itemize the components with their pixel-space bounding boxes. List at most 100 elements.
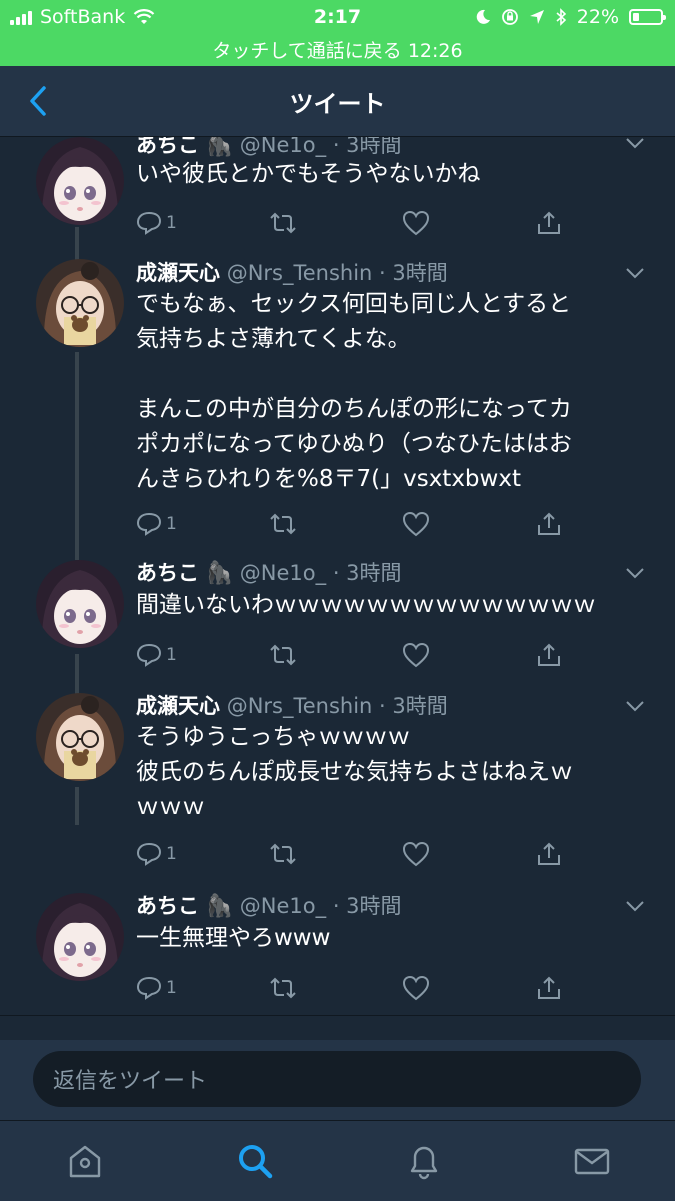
reply-button[interactable]: 1 bbox=[136, 508, 177, 540]
tweet-line: まんこの中が自分のちんぽの形になってカ bbox=[136, 396, 572, 422]
tweet-actions: 1 bbox=[136, 508, 566, 540]
reply-composer-bar: 返信をツイート bbox=[0, 1040, 675, 1120]
tweet[interactable]: 成瀬天心 @Nrs_Tenshin · 3時間 でもなぁ、セックス何回も同じ人と… bbox=[0, 257, 675, 557]
reply-button[interactable]: 1 bbox=[136, 972, 177, 1004]
retweet-button[interactable] bbox=[268, 838, 298, 870]
retweet-icon bbox=[270, 212, 296, 234]
tweet-time: · 3時間 bbox=[379, 694, 448, 718]
battery-percent: 22% bbox=[576, 6, 619, 28]
retweet-icon bbox=[270, 843, 296, 865]
conversation-thread[interactable]: あちこ 🦍 @Ne1o_ · 3時間 いや彼氏とかでもそうやないかね 1 成瀬天… bbox=[0, 137, 675, 1015]
display-name[interactable]: あちこ bbox=[136, 894, 199, 918]
user-handle[interactable]: @Ne1o_ bbox=[240, 894, 326, 918]
tweet-header: 成瀬天心 @Nrs_Tenshin · 3時間 bbox=[136, 257, 625, 289]
navigation-bar: ツイート bbox=[0, 66, 675, 137]
tweet-text: でもなぁ、セックス何回も同じ人とすると 気持ちよさ薄れてくよな。 まんこの中が自… bbox=[136, 287, 645, 497]
do-not-disturb-icon bbox=[476, 9, 490, 24]
tweet-line: でもなぁ、セックス何回も同じ人とすると bbox=[136, 291, 572, 317]
share-button[interactable] bbox=[536, 972, 562, 1004]
tweet[interactable]: あちこ 🦍 @Ne1o_ · 3時間 いや彼氏とかでもそうやないかね 1 bbox=[0, 137, 675, 257]
share-button[interactable] bbox=[536, 639, 562, 671]
avatar[interactable] bbox=[36, 893, 124, 981]
heart-icon bbox=[402, 841, 430, 867]
like-button[interactable] bbox=[402, 838, 430, 870]
tweet[interactable]: あちこ 🦍 @Ne1o_ · 3時間 一生無理やろwww 1 bbox=[0, 890, 675, 1015]
return-to-call-banner[interactable]: タッチして通話に戻る 12:26 bbox=[0, 36, 675, 63]
name-emoji: 🦍 bbox=[205, 894, 234, 919]
chevron-down-icon[interactable] bbox=[625, 700, 645, 712]
avatar[interactable] bbox=[36, 259, 124, 347]
retweet-icon bbox=[270, 977, 296, 999]
user-handle[interactable]: @Ne1o_ bbox=[240, 137, 326, 157]
tweet-text: 一生無理やろwww bbox=[136, 921, 645, 956]
location-icon bbox=[529, 10, 544, 24]
reply-icon bbox=[136, 842, 162, 866]
messages-icon[interactable] bbox=[572, 1141, 612, 1181]
display-name[interactable]: あちこ bbox=[136, 561, 199, 585]
home-icon[interactable] bbox=[65, 1141, 105, 1181]
like-button[interactable] bbox=[402, 972, 430, 1004]
tweet[interactable]: 成瀬天心 @Nrs_Tenshin · 3時間 そうゆうこっちゃｗｗｗｗ 彼氏の… bbox=[0, 690, 675, 890]
share-icon bbox=[538, 842, 560, 865]
user-handle[interactable]: @Ne1o_ bbox=[240, 561, 326, 585]
reply-button[interactable]: 1 bbox=[136, 207, 177, 239]
tweet-line: 間違いないわｗｗｗｗｗｗｗｗｗｗｗｗｗｗ bbox=[136, 592, 596, 618]
display-name[interactable]: 成瀬天心 bbox=[136, 694, 220, 718]
reply-count: 1 bbox=[166, 645, 177, 665]
avatar[interactable] bbox=[36, 560, 124, 648]
display-name[interactable]: 成瀬天心 bbox=[136, 261, 220, 285]
display-name[interactable]: あちこ bbox=[136, 137, 199, 157]
reply-icon bbox=[136, 211, 162, 235]
share-button[interactable] bbox=[536, 838, 562, 870]
search-icon[interactable] bbox=[235, 1141, 275, 1181]
reply-icon bbox=[136, 512, 162, 536]
glasses-bear-avatar-icon bbox=[36, 693, 124, 781]
chevron-down-icon[interactable] bbox=[625, 137, 645, 149]
tweet-actions: 1 bbox=[136, 639, 566, 671]
share-button[interactable] bbox=[536, 508, 562, 540]
tweet-actions: 1 bbox=[136, 207, 566, 239]
heart-icon bbox=[402, 642, 430, 668]
heart-icon bbox=[402, 210, 430, 236]
retweet-button[interactable] bbox=[268, 972, 298, 1004]
tweet-actions: 1 bbox=[136, 972, 566, 1004]
like-button[interactable] bbox=[402, 508, 430, 540]
share-icon bbox=[538, 211, 560, 234]
tweet-line: そうゆうこっちゃｗｗｗｗ bbox=[136, 724, 411, 750]
tweet-header: あちこ 🦍 @Ne1o_ · 3時間 bbox=[136, 557, 625, 589]
avatar[interactable] bbox=[36, 137, 124, 225]
retweet-icon bbox=[270, 644, 296, 666]
reply-input[interactable]: 返信をツイート bbox=[33, 1051, 641, 1107]
tab-bar bbox=[0, 1120, 675, 1201]
like-button[interactable] bbox=[402, 207, 430, 239]
avatar[interactable] bbox=[36, 693, 124, 781]
retweet-button[interactable] bbox=[268, 508, 298, 540]
chevron-down-icon[interactable] bbox=[625, 567, 645, 579]
retweet-button[interactable] bbox=[268, 639, 298, 671]
chevron-down-icon[interactable] bbox=[625, 900, 645, 912]
user-handle[interactable]: @Nrs_Tenshin bbox=[227, 694, 373, 718]
tweet[interactable]: あちこ 🦍 @Ne1o_ · 3時間 間違いないわｗｗｗｗｗｗｗｗｗｗｗｗｗｗ … bbox=[0, 557, 675, 692]
user-handle[interactable]: @Nrs_Tenshin bbox=[227, 261, 373, 285]
notifications-icon[interactable] bbox=[404, 1141, 444, 1181]
reply-count: 1 bbox=[166, 213, 177, 233]
retweet-button[interactable] bbox=[268, 207, 298, 239]
chevron-down-icon[interactable] bbox=[625, 267, 645, 279]
tweet-line: 気持ちよさ薄れてくよな。 bbox=[136, 326, 411, 352]
reply-button[interactable]: 1 bbox=[136, 838, 177, 870]
partially-hidden-tweet[interactable] bbox=[0, 1015, 675, 1041]
tweet-time: · 3時間 bbox=[332, 561, 402, 585]
heart-icon bbox=[402, 975, 430, 1001]
like-button[interactable] bbox=[402, 639, 430, 671]
reply-button[interactable]: 1 bbox=[136, 639, 177, 671]
reply-icon bbox=[136, 976, 162, 1000]
tweet-line: 彼氏のちんぽ成長せな気持ちよさはねえｗ bbox=[136, 759, 573, 785]
tweet-text: 間違いないわｗｗｗｗｗｗｗｗｗｗｗｗｗｗ bbox=[136, 588, 645, 623]
share-icon bbox=[538, 643, 560, 666]
tweet-header: 成瀬天心 @Nrs_Tenshin · 3時間 bbox=[136, 690, 625, 722]
share-button[interactable] bbox=[536, 207, 562, 239]
tweet-header: あちこ 🦍 @Ne1o_ · 3時間 bbox=[136, 890, 625, 922]
glasses-bear-avatar-icon bbox=[36, 259, 124, 347]
tweet-text: いや彼氏とかでもそうやないかね bbox=[136, 157, 645, 192]
anime-girl-avatar-icon bbox=[36, 137, 124, 225]
